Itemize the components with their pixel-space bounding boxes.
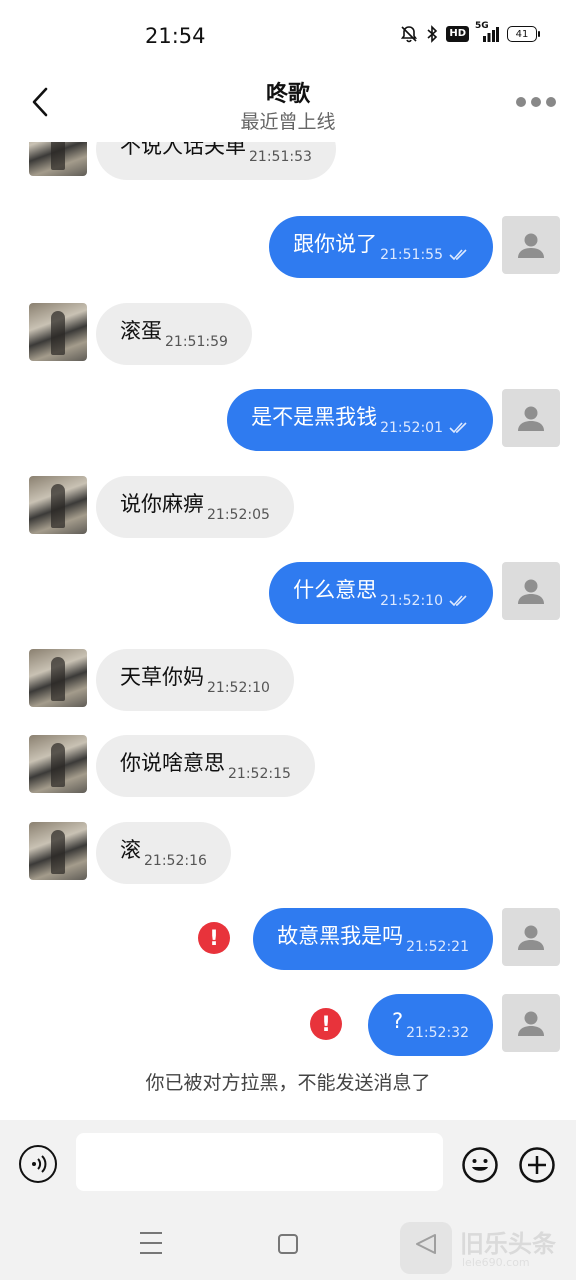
mute-bell-icon	[400, 25, 418, 43]
contact-avatar[interactable]	[29, 142, 87, 176]
message-outgoing-failed: ! ? 21:52:32	[0, 994, 576, 1058]
message-incoming: 说你麻痹 21:52:05	[0, 476, 576, 540]
user-icon	[518, 925, 544, 950]
battery-icon: 41	[507, 26, 540, 42]
status-bar: 21:54 HD 5G 41	[0, 0, 576, 72]
message-time: 21:51:53	[249, 149, 312, 165]
message-incoming: 滚蛋 21:51:59	[0, 303, 576, 367]
dot-icon	[531, 97, 541, 107]
contact-avatar[interactable]	[29, 649, 87, 707]
message-outgoing: 跟你说了 21:51:55	[0, 216, 576, 280]
bluetooth-icon	[426, 25, 438, 43]
message-time: 21:52:10	[207, 680, 270, 696]
message-time: 21:52:16	[144, 853, 207, 869]
message-incoming: 天草你妈 21:52:10	[0, 649, 576, 713]
my-avatar[interactable]	[502, 389, 560, 447]
voice-input-button[interactable]	[19, 1145, 57, 1183]
message-text: 你说啥意思	[120, 751, 225, 775]
message-time: 21:52:05	[207, 507, 270, 523]
message-text: 跟你说了	[293, 232, 378, 256]
message-text: 说你麻痹	[120, 492, 204, 516]
message-bubble[interactable]: 滚蛋 21:51:59	[96, 303, 252, 365]
message-incoming: 滚 21:52:16	[0, 822, 576, 886]
message-bubble[interactable]: 跟你说了 21:51:55	[269, 216, 493, 278]
message-bubble[interactable]: 什么意思 21:52:10	[269, 562, 493, 624]
message-list[interactable]: 不说人话关单 21:51:53 跟你说了 21:51:55 滚蛋 21:51:5…	[0, 142, 576, 1120]
dot-icon	[516, 97, 526, 107]
message-text: 滚	[120, 838, 141, 862]
message-outgoing: 是不是黑我钱 21:52:01	[0, 389, 576, 453]
message-time: 21:52:01	[380, 420, 443, 436]
message-input[interactable]	[76, 1133, 443, 1191]
emoji-button[interactable]	[461, 1146, 499, 1184]
system-nav-bar	[0, 1210, 576, 1280]
message-bubble[interactable]: 你说啥意思 21:52:15	[96, 735, 315, 797]
user-icon	[518, 579, 544, 604]
message-text: 是不是黑我钱	[251, 405, 378, 429]
smiley-icon	[462, 1147, 498, 1183]
add-attachment-button[interactable]	[518, 1146, 556, 1184]
message-text: 不说人话关单	[120, 142, 246, 158]
message-text: 滚蛋	[120, 319, 162, 343]
message-bubble[interactable]: 不说人话关单 21:51:53	[96, 142, 336, 180]
contact-status: 最近曾上线	[240, 111, 336, 133]
message-time: 21:52:15	[228, 766, 291, 782]
my-avatar[interactable]	[502, 908, 560, 966]
user-icon	[518, 1011, 544, 1036]
network-type-label: 5G	[475, 21, 489, 31]
message-text: 故意黑我是吗	[277, 924, 404, 948]
cellular-signal-icon: 5G	[475, 21, 499, 43]
hd-badge: HD	[446, 26, 469, 42]
contact-avatar[interactable]	[29, 476, 87, 534]
chat-header: 咚歌 最近曾上线	[0, 72, 576, 142]
contact-name: 咚歌	[265, 82, 310, 107]
input-bar	[0, 1120, 576, 1210]
system-back-button[interactable]	[413, 1232, 439, 1256]
read-check-icon	[449, 249, 469, 261]
contact-avatar[interactable]	[29, 822, 87, 880]
message-text: ?	[391, 1009, 404, 1033]
status-time: 21:54	[145, 24, 206, 48]
my-avatar[interactable]	[502, 994, 560, 1052]
blocked-notice: 你已被对方拉黑，不能发送消息了	[145, 1072, 431, 1094]
more-options-button[interactable]	[516, 94, 556, 110]
message-time: 21:52:21	[406, 939, 469, 955]
message-outgoing: 什么意思 21:52:10	[0, 562, 576, 626]
status-icons: HD 5G 41	[400, 21, 540, 43]
message-time: 21:51:55	[380, 247, 443, 263]
message-incoming: 不说人话关单 21:51:53	[0, 142, 576, 194]
message-incoming: 你说啥意思 21:52:15	[0, 735, 576, 799]
message-text: 天草你妈	[120, 665, 204, 689]
message-bubble[interactable]: 滚 21:52:16	[96, 822, 231, 884]
message-time: 21:52:32	[406, 1025, 469, 1041]
user-icon	[518, 406, 544, 431]
home-button[interactable]	[278, 1234, 298, 1254]
message-bubble[interactable]: 是不是黑我钱 21:52:01	[227, 389, 493, 451]
contact-avatar[interactable]	[29, 735, 87, 793]
dot-icon	[546, 97, 556, 107]
send-failed-icon[interactable]: !	[198, 922, 230, 954]
message-bubble[interactable]: ? 21:52:32	[367, 994, 493, 1056]
my-avatar[interactable]	[502, 562, 560, 620]
triangle-back-icon	[416, 1234, 436, 1254]
read-check-icon	[449, 422, 469, 434]
user-icon	[518, 233, 544, 258]
message-time: 21:52:10	[380, 593, 443, 609]
send-failed-icon[interactable]: !	[310, 1008, 342, 1040]
message-bubble[interactable]: 说你麻痹 21:52:05	[96, 476, 294, 538]
read-check-icon	[449, 595, 469, 607]
recent-apps-button[interactable]	[140, 1232, 162, 1254]
contact-avatar[interactable]	[29, 303, 87, 361]
battery-level: 41	[507, 26, 537, 42]
message-time: 21:51:59	[165, 334, 228, 350]
voice-icon	[32, 1155, 47, 1173]
plus-circle-icon	[519, 1147, 555, 1183]
message-bubble[interactable]: 故意黑我是吗 21:52:21	[253, 908, 493, 970]
message-text: 什么意思	[293, 578, 378, 602]
message-outgoing-failed: ! 故意黑我是吗 21:52:21	[0, 908, 576, 972]
my-avatar[interactable]	[502, 216, 560, 274]
message-bubble[interactable]: 天草你妈 21:52:10	[96, 649, 294, 711]
